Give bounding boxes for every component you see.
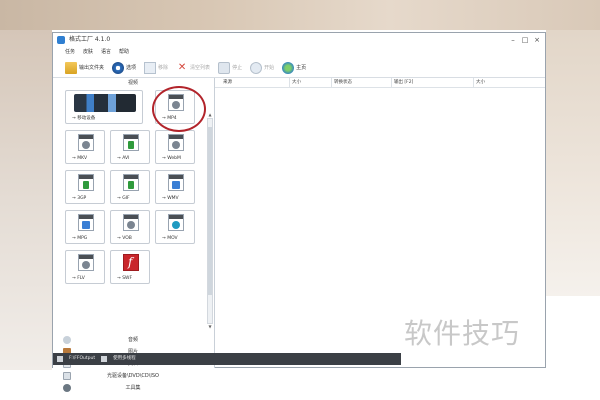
scrollbar-thumb[interactable] — [208, 127, 212, 295]
column-output-size[interactable]: 大小 — [473, 78, 485, 88]
wmv-file-icon — [168, 174, 184, 191]
maximize-button[interactable]: □ — [519, 33, 531, 47]
remove-label: 移除 — [158, 65, 169, 71]
clear-list-button[interactable]: ✕ 清空列表 — [176, 60, 210, 76]
gif-file-icon — [123, 174, 139, 191]
watermark: 软件技巧 — [404, 317, 521, 350]
status-bar: F:\FFOutput 使用多线程 — [53, 353, 401, 365]
stop-button[interactable]: 停止 — [218, 60, 242, 76]
title-bar[interactable]: 格式工厂 4.1.0 – □ × — [53, 33, 545, 47]
flv-file-icon — [78, 254, 94, 271]
tile-avi[interactable]: → AVI — [110, 130, 150, 164]
avi-file-icon — [123, 134, 139, 151]
tile-label: → MOV — [162, 236, 178, 241]
folder-icon — [57, 356, 63, 362]
checkbox-icon[interactable] — [101, 356, 108, 362]
annotation-circle — [152, 86, 206, 132]
audio-icon — [63, 336, 71, 344]
menu-skin[interactable]: 皮肤 — [83, 47, 93, 58]
category-optical-disc[interactable]: 光驱设备\DVD\CD\ISO — [53, 370, 213, 382]
document-icon — [144, 61, 157, 74]
tile-label: → MKV — [72, 156, 88, 161]
vob-file-icon — [123, 214, 139, 231]
menu-bar: 任务 皮肤 语言 帮助 — [53, 47, 545, 58]
task-list-header: 来源 大小 转换状态 输出 [F2] 大小 — [215, 78, 545, 88]
tile-3gp[interactable]: → 3GP — [65, 170, 105, 204]
tile-scrollbar[interactable] — [207, 118, 213, 324]
tile-label: → VOB — [117, 236, 132, 241]
tile-label: → FLV — [72, 276, 85, 281]
home-label: 主页 — [296, 65, 307, 71]
tile-webm[interactable]: → WebM — [155, 130, 195, 164]
tile-label: → WMV — [162, 196, 179, 201]
window-controls: – □ × — [507, 33, 543, 47]
mkv-file-icon — [78, 134, 94, 151]
mov-file-icon — [168, 214, 184, 231]
globe-icon — [282, 61, 295, 74]
menu-language[interactable]: 语言 — [101, 47, 111, 58]
options-label: 选项 — [126, 65, 137, 71]
output-path[interactable]: F:\FFOutput — [69, 353, 95, 365]
stop-icon — [218, 61, 231, 74]
tile-label: → WebM — [162, 156, 181, 161]
gear-icon — [112, 61, 125, 74]
folder-icon — [65, 61, 77, 74]
background-photo-left — [0, 30, 52, 370]
mpg-file-icon — [78, 214, 94, 231]
category-audio[interactable]: 音频 — [53, 334, 213, 346]
3gp-file-icon — [78, 174, 94, 191]
options-button[interactable]: 选项 — [112, 60, 136, 76]
tile-wmv[interactable]: → WMV — [155, 170, 195, 204]
column-status[interactable]: 转换状态 — [331, 78, 352, 88]
start-label: 开始 — [264, 65, 275, 71]
remove-button[interactable]: 移除 — [144, 60, 168, 76]
home-button[interactable]: 主页 — [282, 60, 306, 76]
webm-file-icon — [168, 134, 184, 151]
panel-header-video[interactable]: 视频 — [53, 78, 213, 88]
background-photo-top — [0, 0, 600, 30]
tile-mpg[interactable]: → MPG — [65, 210, 105, 244]
mobile-devices-icon — [74, 94, 136, 112]
scroll-down-arrow-icon[interactable]: ▼ — [207, 324, 213, 330]
minimize-button[interactable]: – — [507, 33, 519, 47]
tile-label: → MPG — [72, 236, 88, 241]
tile-label: → 3GP — [72, 196, 87, 201]
tile-label: → AVI — [117, 156, 130, 161]
category-label: 光驱设备\DVD\CD\ISO — [106, 373, 159, 379]
tile-label: → SWF — [117, 276, 133, 281]
swf-file-icon — [123, 254, 139, 271]
menu-help[interactable]: 帮助 — [119, 47, 129, 58]
category-tools[interactable]: 工具集 — [53, 382, 213, 394]
column-size[interactable]: 大小 — [289, 78, 301, 88]
output-folder-button[interactable]: 输出文件夹 — [65, 60, 104, 76]
column-output[interactable]: 输出 [F2] — [391, 78, 413, 88]
menu-task[interactable]: 任务 — [65, 47, 75, 58]
optical-drive-icon — [63, 372, 71, 380]
tile-label: → 移动设备 — [72, 116, 96, 121]
clear-list-label: 清空列表 — [190, 65, 211, 71]
output-folder-label: 输出文件夹 — [79, 65, 105, 71]
app-logo-icon — [57, 36, 65, 44]
tile-mobile-devices[interactable]: → 移动设备 — [65, 90, 143, 124]
clear-x-icon: ✕ — [177, 61, 187, 73]
stop-label: 停止 — [232, 65, 243, 71]
tile-vob[interactable]: → VOB — [110, 210, 150, 244]
category-label: 音频 — [127, 337, 138, 343]
tile-swf[interactable]: → SWF — [110, 250, 150, 284]
play-icon — [250, 61, 263, 74]
tile-mov[interactable]: → MOV — [155, 210, 195, 244]
window-title: 格式工厂 4.1.0 — [69, 36, 111, 43]
start-button[interactable]: 开始 — [250, 60, 274, 76]
tile-label: → GIF — [117, 196, 130, 201]
tile-mkv[interactable]: → MKV — [65, 130, 105, 164]
multithread-option[interactable]: 使用多线程 — [113, 353, 136, 365]
tile-flv[interactable]: → FLV — [65, 250, 105, 284]
tools-icon — [63, 384, 71, 392]
category-label: 工具集 — [125, 385, 141, 391]
background-photo-right — [546, 30, 600, 296]
tile-gif[interactable]: → GIF — [110, 170, 150, 204]
toolbar: 输出文件夹 选项 移除 ✕ 清空列表 停止 开始 主页 — [53, 58, 545, 78]
column-source[interactable]: 来源 — [221, 78, 232, 88]
close-button[interactable]: × — [531, 33, 543, 47]
